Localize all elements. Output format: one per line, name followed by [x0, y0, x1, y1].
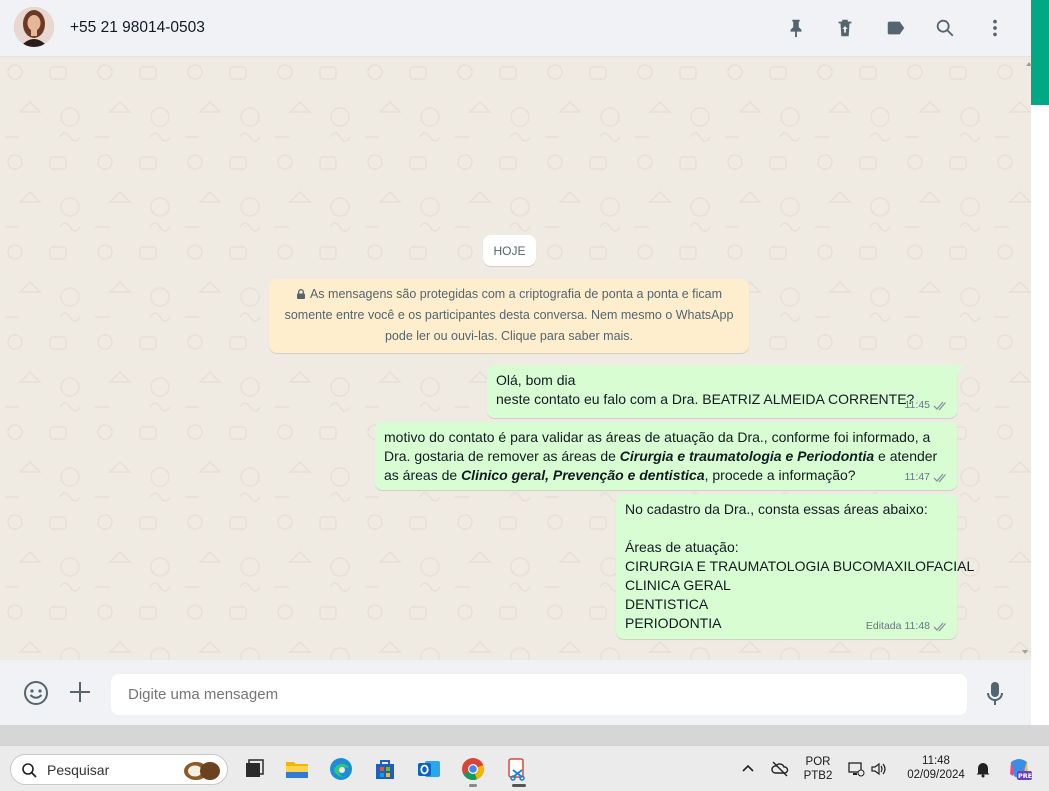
compose-bar: [0, 660, 1031, 725]
message-text: No cadastro da Dra., consta essas áreas …: [625, 501, 928, 517]
message-text-bold-italic: Clinico geral, Prevenção e dentistica: [461, 467, 705, 483]
message-text: Dra. gostaria de remover as áreas de: [384, 448, 620, 464]
microsoft-store-icon[interactable]: [371, 755, 399, 783]
outgoing-message[interactable]: No cadastro da Dra., consta essas áreas …: [616, 494, 975, 639]
attach-plus-icon[interactable]: [66, 678, 94, 706]
outgoing-message[interactable]: motivo do contato é para validar as área…: [375, 422, 957, 490]
emoji-icon[interactable]: [22, 679, 50, 707]
message-meta: Editada 11:48: [866, 617, 949, 636]
message-time: 11:47: [904, 471, 931, 483]
outgoing-message[interactable]: Olá, bom dia neste contato eu falo com a…: [487, 365, 964, 418]
message-text: Olá, bom dia: [496, 372, 576, 388]
onedrive-offline-icon[interactable]: [770, 759, 790, 779]
chrome-icon[interactable]: [459, 755, 487, 783]
scrollbar-thumb[interactable]: [1031, 0, 1049, 105]
message-time: 11:48: [904, 620, 931, 632]
message-text: CIRURGIA E TRAUMATOLOGIA BUCOMAXILOFACIA…: [625, 558, 975, 574]
network-icon[interactable]: [846, 759, 866, 779]
encryption-notice[interactable]: As mensagens são protegidas com a cripto…: [269, 279, 749, 353]
language-code: POR: [805, 756, 831, 768]
taskbar-search[interactable]: Pesquisar: [10, 754, 228, 785]
microphone-icon[interactable]: [981, 680, 1009, 708]
copilot-icon[interactable]: PRE: [1006, 756, 1032, 782]
message-input[interactable]: [111, 674, 967, 715]
contact-name[interactable]: +55 21 98014-0503: [70, 19, 205, 37]
message-text-line2: Dra. gostaria de remover as áreas de Cir…: [384, 447, 948, 466]
scroll-up-arrow[interactable]: [1026, 62, 1032, 66]
read-receipt-icon: [933, 622, 946, 632]
pin-icon[interactable]: [784, 16, 808, 40]
message-text-line3: as áreas de Clinico geral, Prevenção e d…: [384, 466, 948, 485]
menu-icon[interactable]: [983, 16, 1007, 40]
outlook-icon[interactable]: [415, 755, 443, 783]
message-text: DENTISTICA: [625, 596, 709, 612]
message-text-bold-italic: Cirurgia e traumatologia e Periodontia: [619, 448, 875, 464]
running-indicator: [469, 784, 477, 787]
chevron-up-icon[interactable]: [738, 759, 758, 779]
message-meta: 11:45: [905, 396, 950, 415]
delete-icon[interactable]: [833, 16, 857, 40]
chat-header: +55 21 98014-0503: [0, 0, 1031, 57]
edge-browser-icon[interactable]: [327, 755, 355, 783]
message-text: CLINICA GERAL: [625, 577, 731, 593]
window-gap: [0, 725, 1049, 745]
message-text: e atender: [874, 448, 938, 464]
search-icon: [22, 763, 37, 778]
file-explorer-icon[interactable]: [283, 755, 311, 783]
message-text: , procede a informação?: [704, 467, 856, 483]
windows-taskbar: Pesquisar POR PTB2 11:48 02/09/2024 PRE: [0, 745, 1049, 791]
scroll-down-arrow[interactable]: [1022, 650, 1028, 654]
volume-icon[interactable]: [869, 759, 889, 779]
label-icon[interactable]: [884, 16, 908, 40]
read-receipt-icon: [933, 473, 946, 483]
message-time: 11:45: [904, 399, 931, 411]
encryption-text-line2: somente entre você e os participantes de…: [284, 308, 734, 322]
lock-icon: [296, 289, 305, 299]
snipping-tool-icon[interactable]: [503, 755, 531, 783]
contact-avatar[interactable]: [14, 7, 54, 47]
message-text: Áreas de atuação:: [625, 539, 739, 555]
copilot-badge: PRE: [1018, 772, 1033, 780]
message-text: neste contato eu falo com a Dra. BEATRIZ…: [496, 391, 915, 407]
chat-area[interactable]: HOJE As mensagens são protegidas com a c…: [0, 57, 1031, 660]
taskbar-search-label: Pesquisar: [47, 762, 110, 778]
edited-label: Editada: [865, 620, 902, 632]
notification-bell-icon[interactable]: [973, 759, 993, 779]
scrollbar-track[interactable]: [1031, 0, 1049, 725]
task-view-icon[interactable]: [239, 755, 267, 783]
clock-date: 02/09/2024: [907, 769, 965, 781]
search-icon[interactable]: [933, 16, 957, 40]
message-meta: 11:47: [905, 468, 950, 487]
clock-time: 11:48: [922, 755, 950, 767]
message-text: as áreas de: [384, 467, 462, 483]
keyboard-layout: PTB2: [803, 770, 833, 782]
encryption-text-line1: As mensagens são protegidas com a cripto…: [309, 287, 723, 301]
encryption-text-line3: pode ler ou ouvi-las. Clique para saber …: [384, 329, 634, 343]
active-indicator: [512, 784, 526, 787]
coconut-highlight-icon: [184, 762, 220, 780]
message-text: motivo do contato é para validar as área…: [384, 429, 931, 445]
clock[interactable]: 11:48 02/09/2024: [900, 754, 972, 782]
read-receipt-icon: [933, 401, 946, 411]
keyboard-language[interactable]: POR PTB2: [799, 755, 837, 783]
date-chip: HOJE: [483, 235, 536, 266]
